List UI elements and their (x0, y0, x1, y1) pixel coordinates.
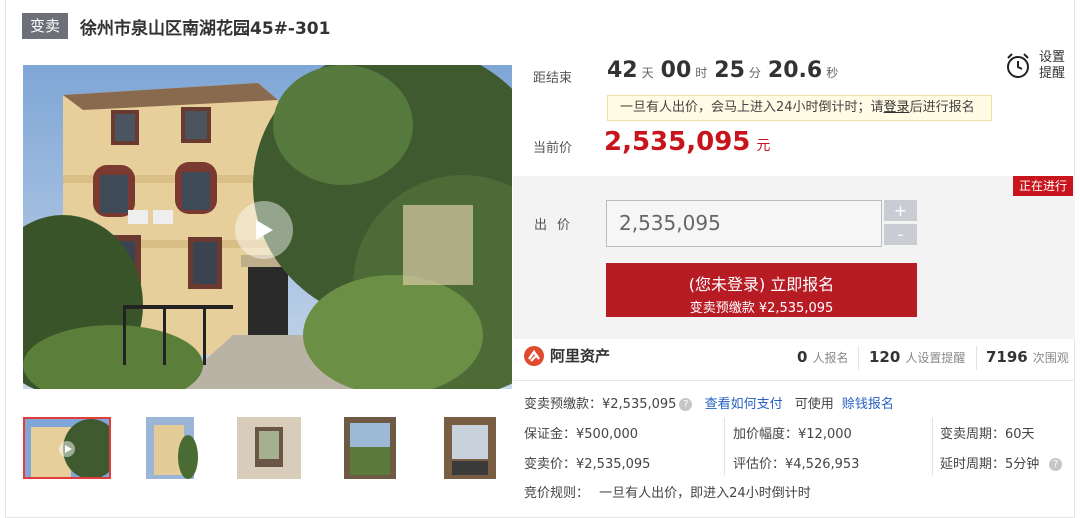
deposit-row: 变卖预缴款：¥2,535,095? 查看如何支付 可使用 赊钱报名 (524, 393, 894, 412)
platform-name: 阿里资产 (550, 347, 611, 365)
countdown-label: 距结束 (533, 71, 573, 86)
status-badge: 正在进行 (1012, 176, 1073, 196)
thumbnail-image (326, 417, 414, 479)
divider (513, 380, 1075, 381)
play-video-button[interactable] (235, 201, 293, 259)
signup-count: 0 人报名 (797, 348, 848, 366)
thumbnail-image (225, 417, 313, 479)
bid-rule: 竞价规则： 一旦有人出价，即进入24小时倒计时 (524, 482, 811, 501)
help-icon[interactable]: ? (679, 398, 693, 411)
thumbnail-3[interactable] (225, 417, 313, 479)
bid-panel: 正在进行 出价 2,535,095 + - (您未登录) 立即报名 变卖预缴款 … (513, 176, 1075, 339)
countdown-minutes: 25 (714, 58, 745, 83)
help-icon[interactable]: ? (1049, 458, 1063, 471)
main-photo[interactable] (23, 65, 512, 389)
divider (976, 346, 977, 370)
countdown-seconds: 20.6 (767, 58, 823, 83)
current-price-value: 2,535,095 (604, 127, 751, 157)
alarm-clock-icon (1007, 53, 1029, 78)
register-button-deposit: 变卖预缴款 ¥2,535,095 (689, 301, 834, 316)
divider (724, 418, 725, 476)
countdown-days: 42 (607, 58, 638, 83)
bid-increment: 加价幅度：¥12,000 (733, 427, 852, 442)
notice-suffix: 后进行报名 (909, 100, 975, 115)
decrease-bid-button[interactable]: - (884, 224, 917, 245)
set-reminder-label: 设置提醒 (1039, 50, 1066, 81)
notice-prefix: 一旦有人出价，会马上进入24小时倒计时；请 (620, 100, 884, 115)
divider (858, 346, 859, 370)
bid-amount-input[interactable]: 2,535,095 (606, 200, 882, 247)
title-row: 变卖 徐州市泉山区南湖花园45#-301 (22, 13, 330, 39)
reminder-count-unit: 人设置提醒 (905, 351, 966, 365)
thumbnail-image (25, 419, 109, 477)
thumbnail-5[interactable] (426, 417, 514, 479)
signup-count-value: 0 (797, 348, 808, 366)
thumbnail-2[interactable] (126, 417, 214, 479)
thumbnail-image (426, 417, 514, 479)
page-title: 徐州市泉山区南湖花园45#-301 (80, 18, 331, 39)
view-count: 7196 次围观 (986, 348, 1069, 366)
countdown-hours-unit: 时 (695, 66, 708, 80)
usable-label: 可使用 (794, 397, 834, 412)
sale-type-tag: 变卖 (22, 13, 69, 39)
view-count-unit: 次围观 (1032, 351, 1069, 365)
play-icon (256, 220, 273, 240)
countdown-hours: 00 (660, 58, 692, 83)
platform-logo: 阿里资产 (524, 345, 610, 366)
register-button-label: (您未登录) 立即报名 (688, 275, 835, 294)
countdown-days-unit: 天 (641, 66, 654, 80)
bid-label: 出价 (534, 218, 581, 233)
sale-price: 变卖价：¥2,535,095 (524, 457, 651, 472)
bid-rule-text: 一旦有人出价，即进入24小时倒计时 (599, 486, 811, 501)
appraisal-price: 评估价：¥4,526,953 (733, 457, 860, 472)
login-link[interactable]: 登录 (884, 100, 910, 115)
thumbnail-1[interactable] (23, 417, 111, 479)
ali-assets-logo-icon (524, 345, 544, 366)
divider (932, 418, 933, 476)
current-price: 2,535,095 元 (604, 127, 770, 157)
thumbnail-image (126, 417, 214, 479)
set-reminder-button[interactable]: 设置提醒 (1005, 50, 1069, 82)
how-to-pay-link[interactable]: 查看如何支付 (705, 397, 783, 412)
current-price-unit: 元 (756, 138, 771, 154)
credit-signup-link[interactable]: 赊钱报名 (842, 397, 894, 412)
thumbnail-4[interactable] (326, 417, 414, 479)
current-price-label: 当前价 (533, 141, 573, 156)
countdown-timer: 42 天 00 时 25 分 20.6 秒 (607, 58, 845, 83)
reminder-count-value: 120 (869, 348, 901, 366)
guarantee-deposit: 保证金：¥500,000 (524, 427, 639, 442)
bid-rule-label: 竞价规则： (524, 486, 590, 501)
signup-count-unit: 人报名 (812, 351, 849, 365)
deposit-amount: 变卖预缴款：¥2,535,095 (524, 397, 677, 412)
view-count-value: 7196 (986, 348, 1028, 366)
reminder-count: 120 人设置提醒 (869, 348, 965, 366)
delay-cycle: 延时周期：5分钟 (940, 457, 1040, 472)
increase-bid-button[interactable]: + (884, 200, 917, 221)
login-notice: 一旦有人出价，会马上进入24小时倒计时；请登录后进行报名 (607, 95, 992, 121)
sale-cycle: 变卖周期：60天 (940, 427, 1035, 442)
countdown-seconds-unit: 秒 (826, 66, 839, 80)
register-now-button[interactable]: (您未登录) 立即报名 变卖预缴款 ¥2,535,095 (606, 263, 917, 317)
delay-cycle-row: 延时周期：5分钟? (940, 453, 1063, 472)
countdown-minutes-unit: 分 (748, 66, 761, 80)
